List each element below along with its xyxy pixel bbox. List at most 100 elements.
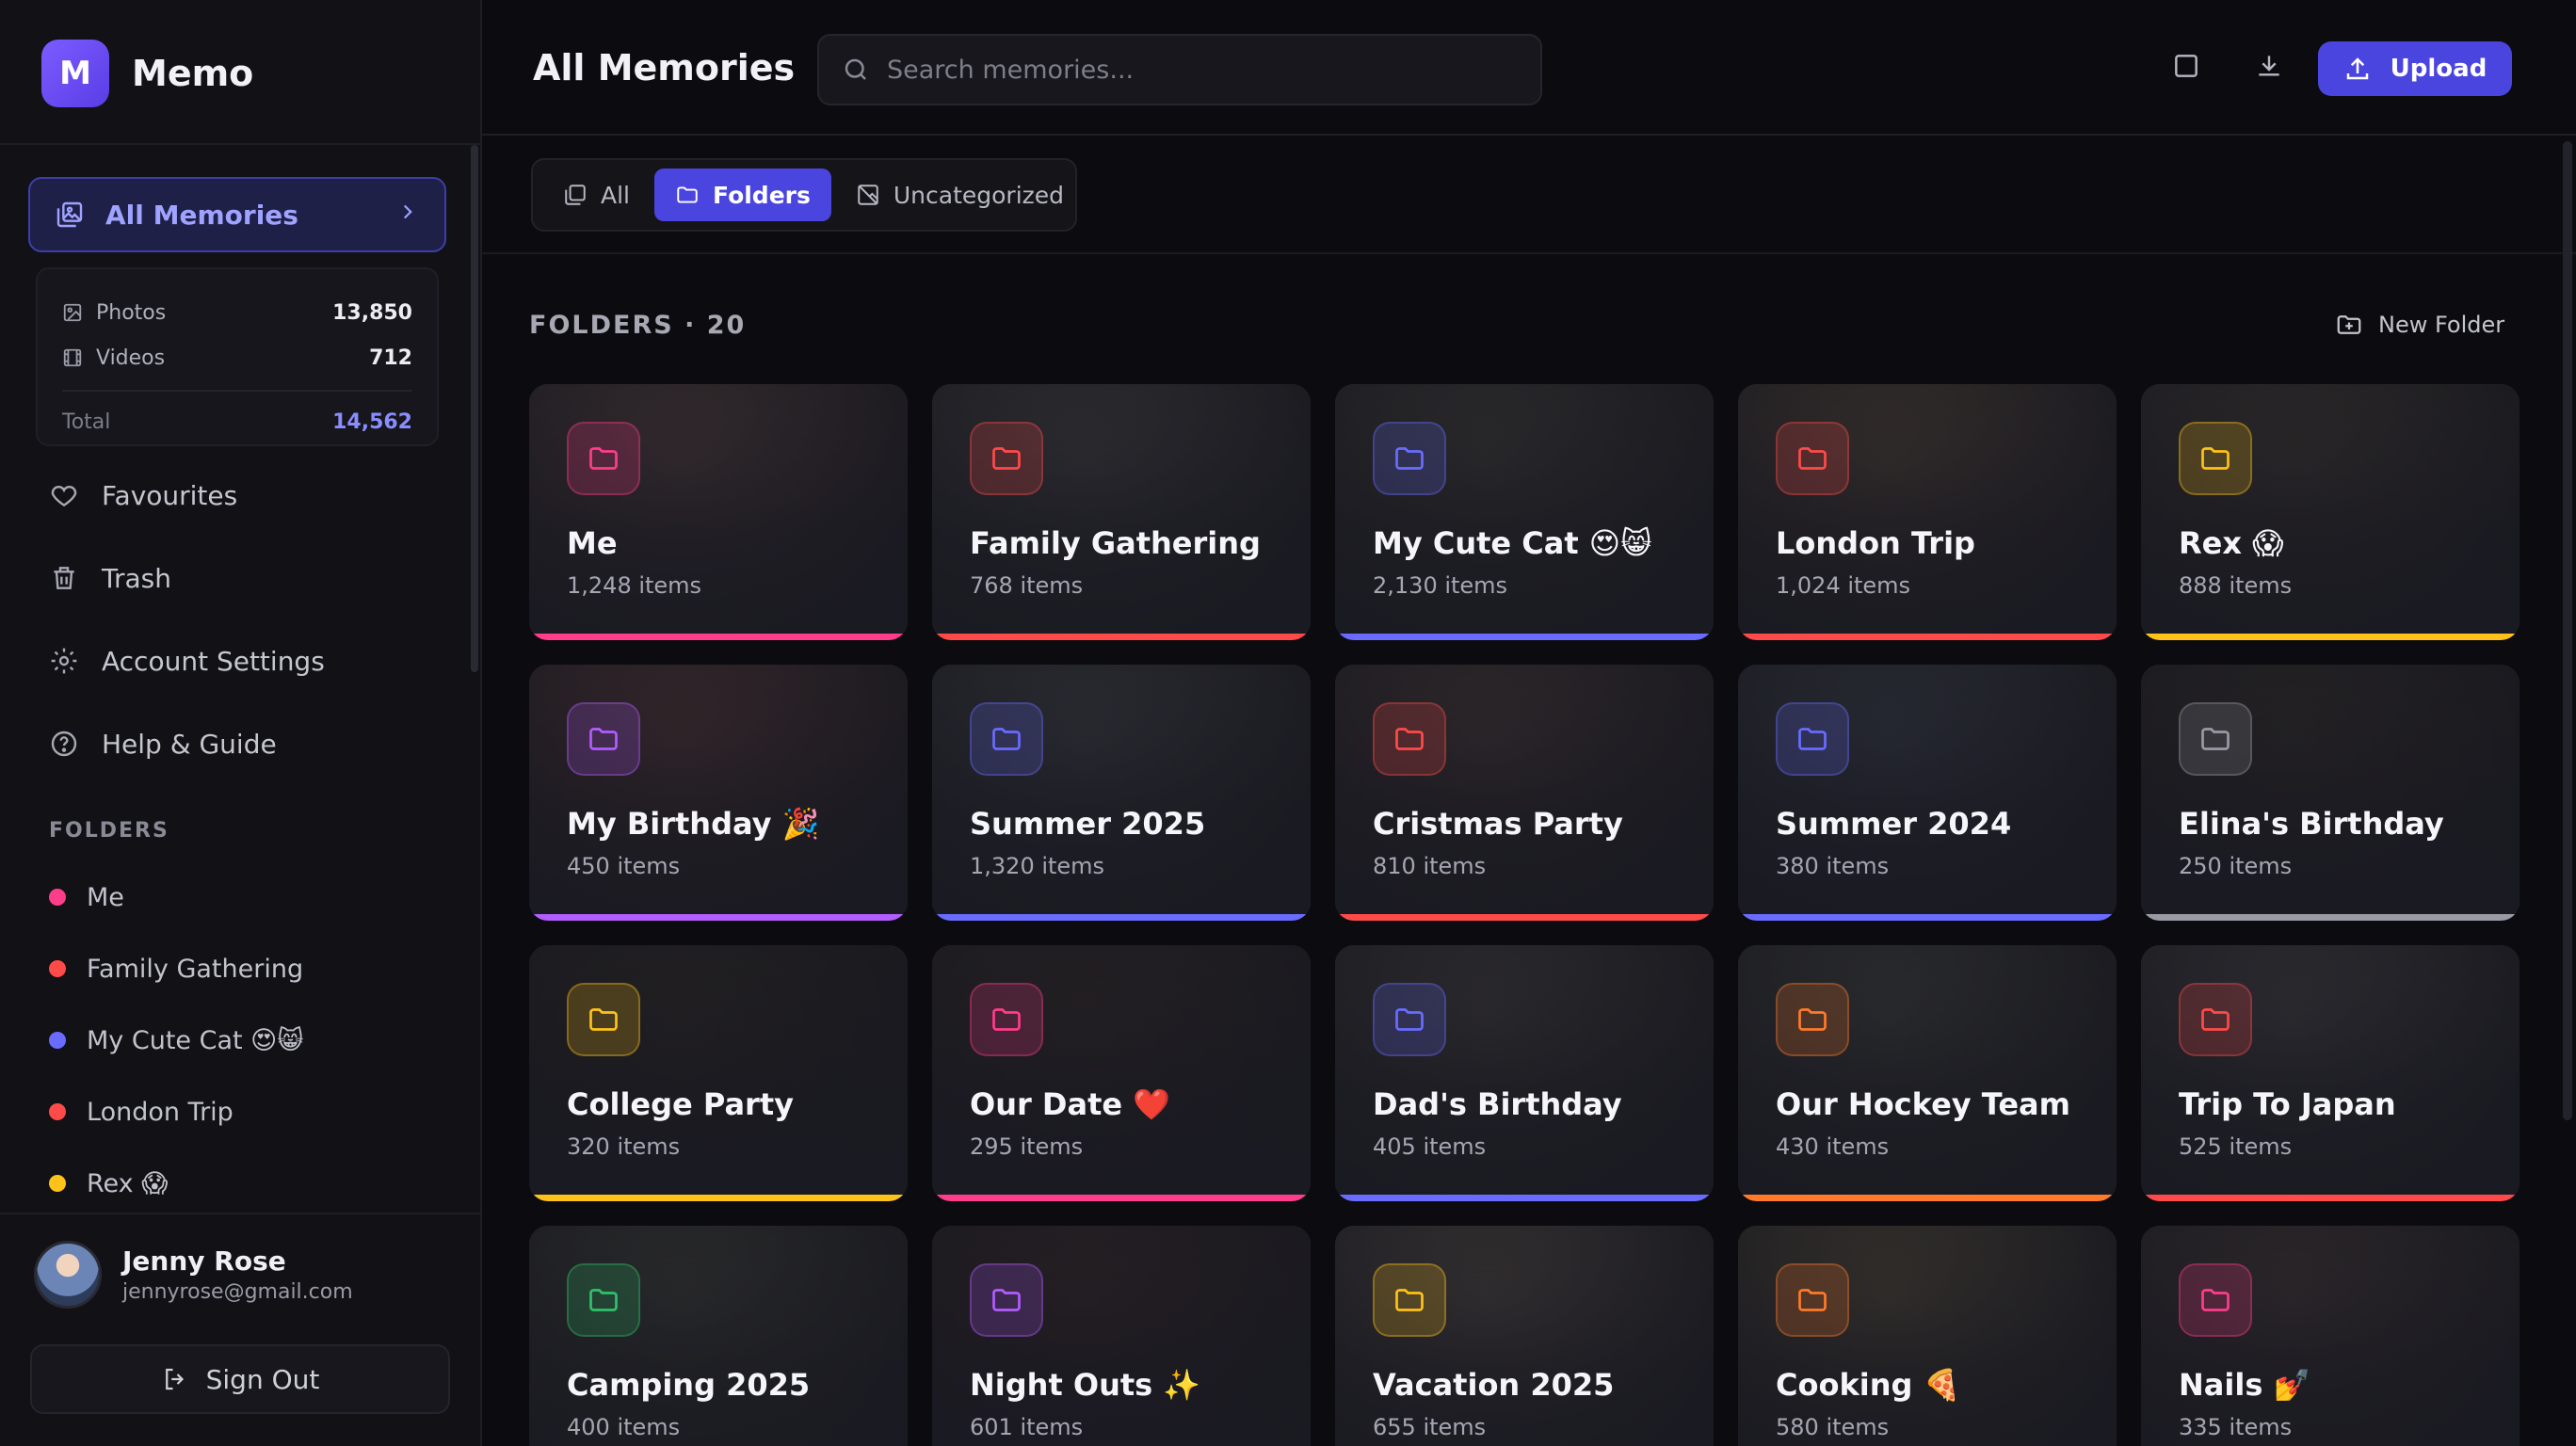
sidebar-item-help[interactable]: Help & Guide	[49, 717, 277, 770]
folder-title: Our Date ❤️	[970, 1086, 1171, 1122]
user-profile[interactable]: Jenny Rose jennyrose@gmail.com	[34, 1241, 353, 1309]
folder-icon	[567, 702, 640, 776]
folder-accent-bar	[932, 1195, 1311, 1201]
upload-button[interactable]: Upload	[2318, 41, 2512, 96]
sidebar-item-account-settings[interactable]: Account Settings	[49, 635, 325, 687]
brand[interactable]: M Memo	[41, 40, 253, 107]
folder-card[interactable]: Nails 💅 335 items	[2141, 1226, 2520, 1446]
chevron-right-icon	[395, 200, 420, 231]
folder-card[interactable]: Vacation 2025 655 items	[1335, 1226, 1714, 1446]
stat-videos-value: 712	[369, 345, 412, 370]
stat-total-label: Total	[62, 410, 111, 434]
sidebar-item-label: Favourites	[102, 479, 238, 511]
folder-card[interactable]: Our Date ❤️ 295 items	[932, 945, 1311, 1201]
folder-grid: Me 1,248 items Family Gathering 768 items My…	[529, 384, 2520, 1446]
tab-all[interactable]: All	[542, 169, 651, 221]
folder-open-icon	[675, 183, 700, 207]
search-icon	[842, 56, 870, 84]
folder-accent-bar	[1335, 634, 1714, 640]
stat-photos-value: 13,850	[332, 300, 412, 325]
folder-title: Trip To Japan	[2179, 1086, 2396, 1122]
folder-card[interactable]: Trip To Japan 525 items	[2141, 945, 2520, 1201]
upload-icon	[2343, 55, 2372, 83]
folder-item-count: 525 items	[2179, 1133, 2293, 1160]
tab-folders[interactable]: Folders	[654, 169, 831, 221]
folder-card[interactable]: College Party 320 items	[529, 945, 908, 1201]
folder-card[interactable]: My Birthday 🎉 450 items	[529, 665, 908, 921]
folder-card[interactable]: My Cute Cat 😍😸 2,130 items	[1335, 384, 1714, 640]
folder-card[interactable]: Cristmas Party 810 items	[1335, 665, 1714, 921]
folder-icon	[567, 422, 640, 495]
folder-title: Cristmas Party	[1373, 806, 1623, 842]
download-button[interactable]	[2250, 49, 2288, 87]
sidebar-folder-me[interactable]: Me	[49, 874, 124, 921]
sidebar-scrollbar[interactable]	[471, 145, 478, 672]
folder-color-dot	[49, 1103, 66, 1120]
sidebar-folder-rex[interactable]: Rex 😱	[49, 1160, 168, 1207]
folder-item-count: 335 items	[2179, 1414, 2293, 1440]
folder-icon	[567, 983, 640, 1056]
folder-accent-bar	[1738, 634, 2117, 640]
main-divider	[482, 252, 2576, 254]
folder-icon	[2179, 1263, 2252, 1337]
tab-uncategorized[interactable]: Uncategorized	[835, 169, 1085, 221]
nav-all-memories[interactable]: All Memories	[28, 177, 446, 252]
search-input[interactable]	[887, 55, 1508, 85]
folder-item-count: 430 items	[1776, 1133, 1890, 1160]
sidebar-item-label: Account Settings	[102, 645, 325, 677]
stat-total-value: 14,562	[332, 410, 412, 434]
sidebar-folder-label: Me	[87, 882, 124, 912]
filter-tabs: All Folders Uncategorized	[531, 158, 1077, 232]
folder-icon	[970, 983, 1043, 1056]
sidebar-folder-london-trip[interactable]: London Trip	[49, 1088, 233, 1135]
folder-card[interactable]: Family Gathering 768 items	[932, 384, 1311, 640]
folder-title: Nails 💅	[2179, 1367, 2311, 1403]
folder-icon	[1373, 1263, 1446, 1337]
sidebar-folder-family-gathering[interactable]: Family Gathering	[49, 945, 303, 992]
folder-item-count: 1,024 items	[1776, 572, 1911, 599]
folder-card[interactable]: Rex 😱 888 items	[2141, 384, 2520, 640]
sidebar-folder-label: Family Gathering	[87, 954, 304, 984]
nav-all-memories-label: All Memories	[105, 199, 298, 231]
heart-icon	[49, 480, 79, 510]
folder-title: Camping 2025	[567, 1367, 811, 1403]
sidebar-folders-title: FOLDERS	[49, 819, 169, 843]
folder-card[interactable]: Dad's Birthday 405 items	[1335, 945, 1714, 1201]
folder-card[interactable]: London Trip 1,024 items	[1738, 384, 2117, 640]
sidebar-folder-my-cute-cat[interactable]: My Cute Cat 😍😸	[49, 1017, 303, 1064]
search-box[interactable]	[817, 34, 1542, 105]
folder-card[interactable]: Cooking 🍕 580 items	[1738, 1226, 2117, 1446]
folder-item-count: 405 items	[1373, 1133, 1487, 1160]
folder-title: Vacation 2025	[1373, 1367, 1615, 1403]
avatar	[34, 1241, 102, 1309]
folder-accent-bar	[1738, 914, 2117, 921]
folder-card[interactable]: Summer 2025 1,320 items	[932, 665, 1311, 921]
memory-stats: Photos 13,850 Videos 712 Total 14,562	[36, 267, 439, 446]
sign-out-button[interactable]: Sign Out	[30, 1344, 450, 1414]
folder-item-count: 250 items	[2179, 853, 2293, 879]
new-folder-button[interactable]: New Folder	[2335, 311, 2504, 339]
folder-color-dot	[49, 889, 66, 906]
folder-icon	[2179, 702, 2252, 776]
folder-card[interactable]: Elina's Birthday 250 items	[2141, 665, 2520, 921]
folder-card[interactable]: Me 1,248 items	[529, 384, 908, 640]
stat-videos: Videos 712	[62, 335, 412, 380]
folder-item-count: 1,248 items	[567, 572, 702, 599]
folder-accent-bar	[1738, 1195, 2117, 1201]
folder-icon	[1776, 702, 1849, 776]
folder-icon	[2179, 983, 2252, 1056]
main-scrollbar[interactable]	[2563, 141, 2572, 1120]
stat-photos-label: Photos	[96, 300, 167, 325]
folder-card[interactable]: Our Hockey Team 430 items	[1738, 945, 2117, 1201]
gear-icon	[49, 646, 79, 676]
checkbox-square-icon	[2171, 51, 2201, 85]
select-toggle-button[interactable]	[2167, 49, 2205, 87]
gallery-icon	[55, 200, 85, 230]
folder-card[interactable]: Summer 2024 380 items	[1738, 665, 2117, 921]
folder-card[interactable]: Night Outs ✨ 601 items	[932, 1226, 1311, 1446]
sidebar-item-favourites[interactable]: Favourites	[49, 469, 237, 522]
folder-title: Night Outs ✨	[970, 1367, 1201, 1403]
sidebar-item-trash[interactable]: Trash	[49, 552, 171, 604]
folder-title: Dad's Birthday	[1373, 1086, 1622, 1122]
folder-card[interactable]: Camping 2025 400 items	[529, 1226, 908, 1446]
